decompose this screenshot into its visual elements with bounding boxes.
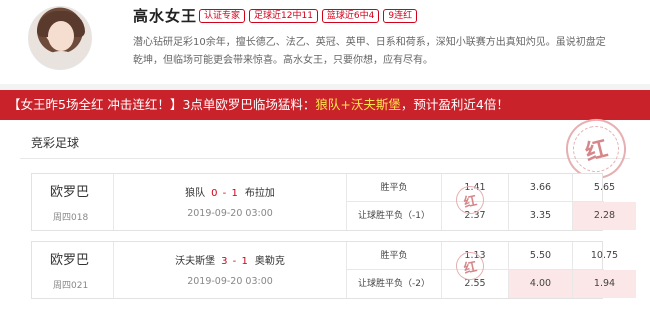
- match-score: 0 - 1: [211, 188, 239, 199]
- odds-draw[interactable]: 3.66: [508, 174, 572, 202]
- odds-lose-selected[interactable]: 1.94: [572, 270, 636, 298]
- match-number: 周四018: [53, 213, 89, 223]
- odds-lose-selected[interactable]: 2.28: [572, 202, 636, 230]
- banner-middle: 3点单欧罗巴临场猛料：: [182, 97, 316, 112]
- odds-lose[interactable]: 10.75: [572, 242, 636, 270]
- odds-draw-selected[interactable]: 4.00: [508, 270, 572, 298]
- odds-draw[interactable]: 3.35: [508, 202, 572, 230]
- odds-row-label: 胜平负: [347, 242, 442, 270]
- league-name: 欧罗巴: [50, 253, 90, 268]
- banner-suffix: ，预计盈利近4倍！: [400, 97, 509, 112]
- tag-win-streak: 9连红: [383, 9, 418, 23]
- stamp-char: 红: [462, 259, 479, 277]
- avatar-face: [48, 21, 74, 51]
- expert-name[interactable]: 高水女王: [133, 6, 197, 26]
- away-team: 奥勒克: [254, 256, 285, 267]
- match-number: 周四021: [53, 281, 89, 291]
- match-teams: 狼队 0 - 1 布拉加: [114, 184, 346, 199]
- banner-teams: 狼队+沃夫斯堡: [315, 97, 401, 112]
- match-teams: 沃夫斯堡 3 - 1 奥勒克: [114, 252, 346, 267]
- section-title: 竞彩足球: [31, 136, 80, 150]
- tag-basketball-record: 篮球近6中4: [321, 9, 380, 23]
- match-card[interactable]: 欧罗巴 周四018 狼队 0 - 1 布拉加 2019-09-20 03:00 胜平…: [31, 173, 636, 231]
- odds-row-label: 让球胜平负（-2）: [347, 270, 442, 298]
- match-card[interactable]: 欧罗巴 周四021 沃夫斯堡 3 - 1 奥勒克 2019-09-20 03:00 …: [31, 241, 636, 299]
- avatar-body: [35, 51, 87, 69]
- expert-bio: 潜心钻研足彩10余年，擅长德乙、法乙、英冠、英甲、日系和荷系，深知小联赛方出真知…: [133, 37, 606, 66]
- expert-profile: 高水女王 认证专家 足球近12中11 篮球近6中4 9连红 潜心钻研足彩10余年…: [0, 0, 650, 84]
- match-time: 2019-09-20 03:00: [187, 208, 273, 219]
- league-name: 欧罗巴: [50, 185, 90, 200]
- league-cell: 欧罗巴 周四021: [32, 242, 114, 298]
- stamp-char: 红: [582, 136, 611, 167]
- home-team: 沃夫斯堡: [175, 256, 216, 267]
- away-team: 布拉加: [244, 188, 275, 199]
- expert-avatar[interactable]: [28, 6, 92, 70]
- stamp-char: 红: [462, 193, 479, 211]
- odds-draw[interactable]: 5.50: [508, 242, 572, 270]
- tag-football-record: 足球近12中11: [249, 9, 318, 23]
- tag-certified-expert: 认证专家: [199, 9, 246, 23]
- odds-row-label: 让球胜平负（-1）: [347, 202, 442, 230]
- home-team: 狼队: [185, 188, 206, 199]
- expert-tags: 认证专家 足球近12中11 篮球近6中4 9连红: [199, 9, 418, 23]
- match-score: 3 - 1: [221, 256, 249, 267]
- banner-prefix: 【女王昨5场全红 冲击连红！】: [8, 97, 183, 112]
- match-time: 2019-09-20 03:00: [187, 276, 273, 287]
- section-divider: [20, 158, 630, 159]
- league-cell: 欧罗巴 周四018: [32, 174, 114, 230]
- odds-lose[interactable]: 5.65: [572, 174, 636, 202]
- promo-banner[interactable]: 【女王昨5场全红 冲击连红！】3点单欧罗巴临场猛料：狼队+沃夫斯堡，预计盈利近4…: [0, 90, 650, 120]
- odds-row-label: 胜平负: [347, 174, 442, 202]
